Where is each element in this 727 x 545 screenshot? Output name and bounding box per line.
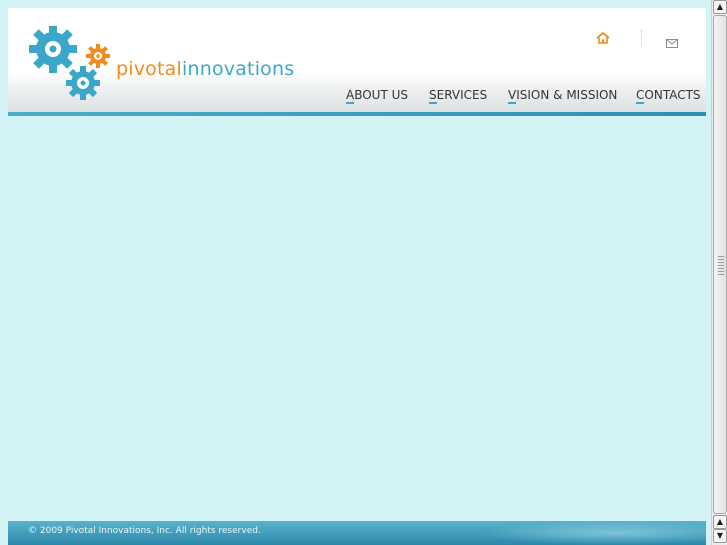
nav-vision-mission-first-letter: V <box>508 88 517 104</box>
footer-copyright: © 2009 Pivotal Innovations, Inc. All rig… <box>28 526 261 536</box>
nav-contacts-label: ONTACTS <box>644 88 701 102</box>
scrollbar-grip <box>718 256 724 276</box>
scroll-up-lower-button[interactable]: ▲ <box>713 515 727 529</box>
gears-logo-icon[interactable] <box>29 25 113 100</box>
nav-contacts[interactable]: CONTACTS <box>636 88 701 104</box>
nav-about-us-first-letter: A <box>346 88 355 104</box>
nav-services-first-letter: S <box>429 88 437 104</box>
utility-divider <box>641 30 642 46</box>
header-accent-bar <box>8 112 706 116</box>
nav-services-label: ERVICES <box>436 88 488 102</box>
nav-about-us[interactable]: ABOUT US <box>346 88 409 104</box>
site-footer: © 2009 Pivotal Innovations, Inc. All rig… <box>8 521 706 545</box>
nav-vision-mission-label: ISION & MISSION <box>516 88 618 102</box>
scroll-down-button[interactable]: ▼ <box>713 529 727 543</box>
vertical-scrollbar[interactable]: ▲ ▲ ▼ <box>711 0 727 545</box>
home-icon[interactable] <box>596 30 610 46</box>
logo-word-pivotal: pivotal <box>116 58 182 80</box>
logo-word-innovations: innovations <box>181 58 295 80</box>
scrollbar-thumb[interactable] <box>713 15 727 514</box>
nav-about-us-label: BOUT US <box>354 88 409 102</box>
scroll-up-button[interactable]: ▲ <box>713 0 727 14</box>
site-header: pivotalinnovations ABOUT US SERVICES VIS… <box>8 8 706 112</box>
mail-icon[interactable] <box>666 33 678 49</box>
nav-services[interactable]: SERVICES <box>429 88 488 104</box>
footer-glow <box>478 521 706 545</box>
page: pivotalinnovations ABOUT US SERVICES VIS… <box>8 8 706 545</box>
nav-vision-mission[interactable]: VISION & MISSION <box>508 88 618 104</box>
site-logo-text[interactable]: pivotalinnovations <box>116 58 294 80</box>
